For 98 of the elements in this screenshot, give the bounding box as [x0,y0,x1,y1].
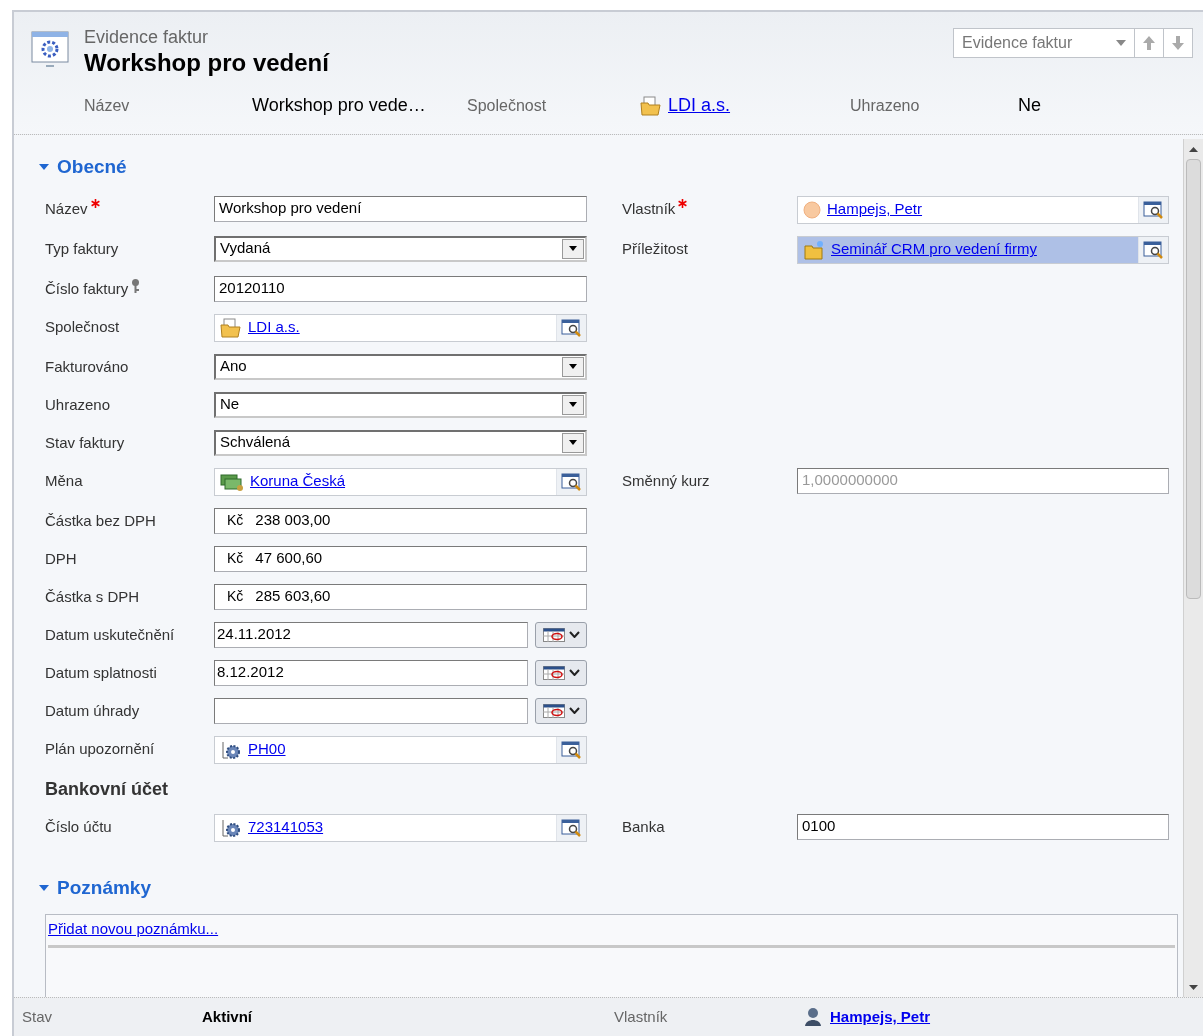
currency-field[interactable]: Kč 47 600,60 [214,545,587,572]
header-field-label: Uhrazeno [850,95,921,116]
status-label: Vlastník [614,1006,669,1027]
folder-icon [640,95,662,116]
record-title: Workshop pro vedení [84,48,329,78]
currency-symbol: Kč [227,549,244,568]
field-label: DPH [45,548,77,569]
lookup-button[interactable] [556,814,586,841]
add-note-link[interactable]: Přidat novou poznámku... [48,920,219,937]
calendar-button[interactable] [535,621,587,648]
field-label: Plán upozornění [45,738,155,759]
text-field[interactable]: 20120110 [214,275,587,302]
header-field-label: Společnost [467,95,548,116]
date-field[interactable]: 8.12.2012 [214,659,528,686]
currency-symbol: Kč [227,587,244,606]
lookup-field[interactable]: 723141053 [214,813,587,842]
lookup-button[interactable] [1138,236,1168,263]
person-icon [804,1007,822,1027]
lookup-button[interactable] [556,468,586,495]
lookup-field[interactable]: Hampejs, Petr [797,195,1169,224]
lookup-button[interactable] [556,736,586,763]
dropdown-field[interactable]: Ano [214,353,587,380]
currency-field[interactable]: Kč 238 003,00 [214,507,587,534]
record-link[interactable]: PH00 [248,738,286,761]
record-link[interactable]: Koruna Česká [250,470,346,493]
gear-document-icon [220,739,242,760]
dropdown-field[interactable]: Ne [214,391,587,418]
record-link[interactable]: 723141053 [248,816,324,839]
field-label: Číslo faktury [45,278,129,299]
header-field-label: Název [84,95,131,116]
record-link[interactable]: LDI a.s. [668,92,731,119]
magnifier-window-icon [560,739,583,760]
chevron-down-icon [568,707,580,714]
header-field-value: Workshop pro vede… [252,94,427,117]
user-circle-icon [803,200,821,219]
field-label: Částka bez DPH [45,510,156,531]
lookup-field[interactable]: LDI a.s. [214,313,587,342]
status-label: Stav [22,1006,53,1027]
lookup-field[interactable]: Koruna Česká [214,467,587,496]
scrollbar[interactable] [1183,139,1203,997]
field-label: Směnný kurz [622,470,710,491]
record-link[interactable]: LDI a.s. [248,316,300,339]
money-icon [220,471,244,492]
lookup-field[interactable]: Seminář CRM pro vedení firmy [797,235,1169,264]
text-field[interactable]: 0100 [797,813,1169,840]
field-label: Společnost [45,316,120,337]
lookup-field[interactable]: PH00 [214,735,587,764]
field-label: Typ faktury [45,238,119,259]
folder-star-icon [803,239,825,260]
field-label: Uhrazeno [45,394,111,415]
magnifier-window-icon [560,817,583,838]
header-field-value: Ne [1018,94,1042,117]
scroll-down-icon [1189,984,1198,990]
caret-down-icon [39,163,49,172]
chevron-down-icon [568,631,580,638]
field-label: Datum splatnosti [45,662,157,683]
field-label: Příležitost [622,238,688,259]
calendar-button[interactable] [535,659,587,686]
folder-icon [220,317,242,338]
field-label: Banka [622,816,665,837]
magnifier-window-icon [560,317,583,338]
field-label: Měna [45,470,83,491]
subsection-heading: Bankovní účet [45,777,170,801]
date-field[interactable] [214,697,528,724]
currency-symbol: Kč [227,511,244,530]
field-label: Číslo účtu [45,816,112,837]
dropdown-field[interactable]: Schválená [214,429,587,456]
chevron-down-icon [568,669,580,676]
calendar-icon [542,703,565,718]
field-label: Název [45,198,88,219]
magnifier-window-icon [1142,239,1165,260]
calendar-icon [542,665,565,680]
status-value: Aktivní [202,1006,253,1027]
magnifier-window-icon [1142,199,1165,220]
gear-document-icon [220,817,242,838]
record-link[interactable]: Hampejs, Petr [827,198,923,221]
lookup-button[interactable] [1138,196,1168,223]
magnifier-window-icon [560,471,583,492]
text-field[interactable]: Workshop pro vedení [214,195,587,222]
dropdown-field[interactable]: Vydaná [214,235,587,262]
entity-name: Evidence faktur [84,26,210,48]
currency-field[interactable]: Kč 285 603,60 [214,583,587,610]
section-header[interactable]: Obecné [39,153,127,182]
field-label: Fakturováno [45,356,129,377]
field-label: Datum úhrady [45,700,140,721]
date-field[interactable]: 24.11.2012 [214,621,528,648]
scroll-up-icon [1189,146,1198,152]
calendar-icon [542,627,565,642]
calendar-button[interactable] [535,697,587,724]
record-link[interactable]: Seminář CRM pro vedení firmy [831,238,1037,261]
field-label: Částka s DPH [45,586,140,607]
field-label: Stav faktury [45,432,125,453]
lookup-button[interactable] [556,314,586,341]
section-header[interactable]: Poznámky [39,873,151,902]
field-label: Vlastník [622,198,676,219]
record-link[interactable]: Hampejs, Petr [830,1005,931,1029]
field-label: Datum uskutečnění [45,624,175,645]
caret-down-icon [39,883,49,892]
